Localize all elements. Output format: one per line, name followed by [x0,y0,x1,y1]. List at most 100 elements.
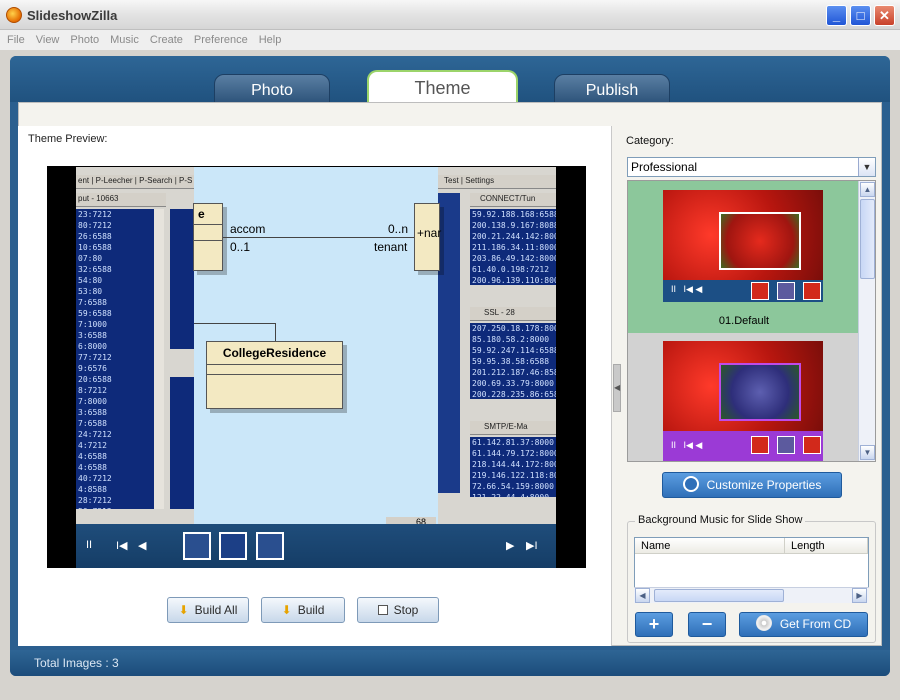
uml-association-line [223,237,414,238]
slide-left-list: 23:7212 80:7212 26:6588 10:6588 07:80 32… [76,209,154,509]
chevron-down-icon[interactable]: ▼ [858,158,875,176]
title-bar: SlideshowZilla _ □ ✕ [0,0,900,30]
slide-thumbnail-3[interactable] [256,532,284,560]
slide-tab-row: ent | P-Leecher | P-Search | P-S [76,175,194,189]
menu-help[interactable]: Help [255,30,286,50]
slide-thumbnail-1[interactable] [183,532,211,560]
slide-thumbnail-2[interactable] [219,532,247,560]
menu-view[interactable]: View [32,30,64,50]
slide-mid-list-top [170,209,194,349]
uml-class-name: CollegeResidence [222,346,327,360]
background-music-title: Background Music for Slide Show [635,514,806,526]
theme-preview-label: Theme Preview: [28,133,108,145]
theme-item-default[interactable]: II I◀ ◀ 01.Default [628,181,860,333]
slide-left-scrollbar [154,209,164,509]
customize-properties-label: Customize Properties [706,478,822,492]
slide-left-header: put - 10663 [76,193,166,207]
pause-icon[interactable]: II [86,539,92,551]
slide-tab-label: Test [444,176,459,185]
status-bar [10,650,890,676]
preview-control-bar: II I◀ ◀ ▶ ▶I [76,524,556,568]
menu-create[interactable]: Create [146,30,187,50]
maximize-button[interactable]: □ [850,5,871,26]
next-icon[interactable]: ▶ [506,539,514,552]
menu-bar: File View Photo Music Create Preference Help [0,30,900,50]
total-images-status: Total Images : 3 [34,656,119,670]
stop-label: Stop [393,603,419,617]
app-icon [6,7,22,23]
customize-properties-button[interactable]: Customize Properties [662,472,842,498]
slide-section-title: SMTP/E-Ma [470,421,556,435]
uml-role-right: tenant [374,240,408,254]
scroll-up-icon[interactable]: ▲ [860,182,875,197]
category-selected-value: Professional [631,160,698,174]
get-from-cd-button[interactable]: Get From CD [739,612,868,637]
theme-list: II I◀ ◀ 01.Default II I◀ ◀ ▲ ▼ [627,180,876,462]
gear-icon [682,476,699,492]
build-all-button[interactable]: ⬇ Build All [167,597,249,623]
scroll-thumb[interactable] [860,199,875,279]
cd-icon [755,615,772,631]
column-header-name[interactable]: Name [635,538,785,554]
slide-section-title: CONNECT/Tun [470,193,556,207]
uml-class-name: e [198,207,205,221]
slide-tab-label: Settings [465,176,495,185]
theme-thumbnail [663,341,823,431]
slide-section-title: SSL - 28 [470,307,556,321]
remove-music-button[interactable]: − [688,612,726,637]
category-label: Category: [626,135,674,147]
uml-class-collegeresidence: CollegeResidence [206,341,343,409]
slide-section-list: 59.92.188.168:6588 200.138.9.167:8088 20… [470,209,556,285]
theme-item-purple[interactable]: II I◀ ◀ [628,341,860,461]
add-music-button[interactable]: + [635,612,673,637]
build-button[interactable]: ⬇ Build [261,597,345,623]
close-button[interactable]: ✕ [874,5,895,26]
theme-list-scrollbar[interactable]: ▲ ▼ [858,181,875,461]
tab-photo[interactable]: Photo [214,74,330,104]
prev-icon[interactable]: ◀ [138,539,146,552]
build-icon: ⬇ [178,603,189,617]
uml-class-partial: e [193,203,223,271]
menu-preference[interactable]: Preference [190,30,252,50]
uml-mult-right: 0..n [388,222,409,236]
slide-section-list: 207.250.18.178:8000 85.180.58.2:8000 59.… [470,323,556,399]
music-list-hscroll[interactable]: ◀ ▶ [634,587,869,603]
slide-tab-label: P-Leecher [95,176,133,185]
category-select[interactable]: Professional ▼ [627,157,876,177]
uml-mult-left: 0..1 [230,240,251,254]
scroll-down-icon[interactable]: ▼ [860,445,875,460]
minimize-button[interactable]: _ [826,5,847,26]
stop-icon [377,605,388,615]
window-title: SlideshowZilla [27,8,118,23]
build-all-label: Build All [194,603,238,617]
theme-control-bar: II I◀ ◀ [663,280,823,302]
uml-class-attr: +nar [417,226,442,240]
get-from-cd-label: Get From CD [779,617,852,631]
tab-publish[interactable]: Publish [554,74,670,104]
first-icon[interactable]: I◀ [116,539,128,552]
slide-tab-label: P-S [179,176,193,185]
build-label: Build [297,603,325,617]
scroll-left-icon[interactable]: ◀ [635,588,650,603]
scroll-right-icon[interactable]: ▶ [852,588,867,603]
last-icon[interactable]: ▶I [526,539,538,552]
menu-file[interactable]: File [3,30,29,50]
slide-mid-list-bottom [170,377,194,509]
build-icon: ⬇ [281,603,292,617]
slide-tab-label: P-Search [139,176,173,185]
scroll-thumb[interactable] [654,589,784,602]
uml-diagram: e +nar accom 0..1 0..n tenant CollegeRes… [193,167,442,527]
stop-button[interactable]: Stop [357,597,439,623]
uml-role-left: accom [230,222,266,236]
column-header-length[interactable]: Length [785,538,868,554]
tab-theme[interactable]: Theme [367,70,518,104]
menu-photo[interactable]: Photo [66,30,103,50]
slide-right-tab-row: Test | Settings [438,175,556,189]
pane-splitter[interactable]: ◀ [613,364,621,412]
theme-name: 01.Default [718,315,770,327]
slide-section-list: 61.142.81.37:8000 61.144.79.172:8000 218… [470,437,556,497]
menu-music[interactable]: Music [106,30,143,50]
theme-control-bar: II I◀ ◀ [663,431,823,461]
theme-thumbnail [663,190,823,280]
uml-class-partial-right: +nar [414,203,442,271]
